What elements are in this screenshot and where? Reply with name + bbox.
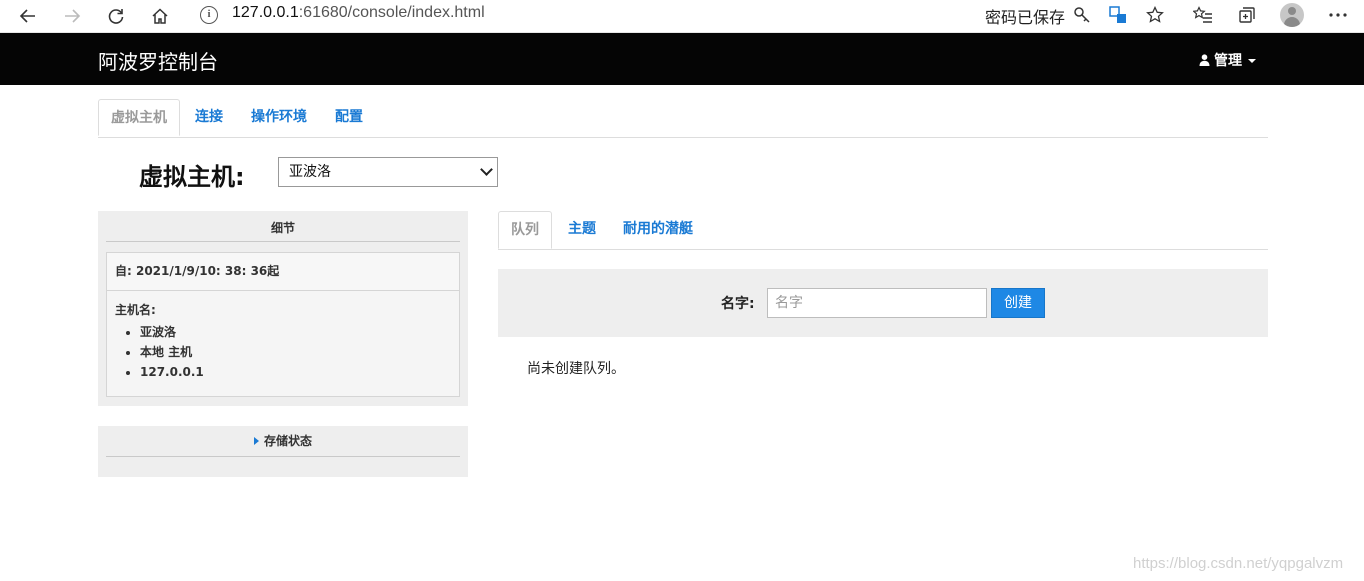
chevron-down-icon xyxy=(480,163,493,176)
virtual-host-select[interactable]: 亚波洛 xyxy=(278,157,498,187)
tab-configuration[interactable]: 配置 xyxy=(335,99,363,136)
more-menu-icon[interactable] xyxy=(1326,3,1350,27)
key-icon[interactable] xyxy=(1070,3,1094,27)
main-tabs: 虚拟主机 连接 操作环境 配置 xyxy=(98,99,1268,138)
hostname-label: 主机名: xyxy=(115,303,156,317)
profile-avatar[interactable] xyxy=(1280,3,1304,27)
tab-connections[interactable]: 连接 xyxy=(195,99,223,136)
details-title: 细节 xyxy=(106,211,460,242)
details-box: 自: 2021/1/9/10: 38: 36起 主机名: 亚波洛 本地 主机 1… xyxy=(106,252,460,397)
name-input[interactable]: 名字 xyxy=(767,288,987,318)
empty-queues-message: 尚未创建队列。 xyxy=(527,361,625,377)
name-label: 名字: xyxy=(721,296,755,312)
address-bar[interactable]: 127.0.0.1:61680/console/index.html xyxy=(232,4,485,22)
details-panel: 细节 自: 2021/1/9/10: 38: 36起 主机名: 亚波洛 本地 主… xyxy=(98,211,468,406)
home-icon[interactable] xyxy=(147,3,173,29)
create-button[interactable]: 创建 xyxy=(991,288,1045,318)
password-saved-label[interactable]: 密码已保存 xyxy=(985,4,1065,28)
tab-virtual-host[interactable]: 虚拟主机 xyxy=(98,99,180,136)
tab-topics[interactable]: 主题 xyxy=(568,211,596,248)
caret-down-icon xyxy=(1248,59,1256,63)
list-item: 127.0.0.1 xyxy=(140,362,451,382)
back-icon[interactable] xyxy=(15,3,41,29)
sub-tabs: 队列 主题 耐用的潜艇 xyxy=(498,211,1268,250)
watermark: https://blog.csdn.net/yqpgalvzm xyxy=(1133,555,1344,572)
app-navbar: 阿波罗控制台 管理 xyxy=(0,33,1364,85)
site-info-icon[interactable]: i xyxy=(200,6,218,24)
tab-queues[interactable]: 队列 xyxy=(498,211,552,249)
url-host: 127.0.0.1 xyxy=(232,4,299,21)
brand-title[interactable]: 阿波罗控制台 xyxy=(98,46,218,75)
user-icon xyxy=(1199,54,1210,66)
admin-menu[interactable]: 管理 xyxy=(1199,50,1256,70)
virtual-host-selected: 亚波洛 xyxy=(289,164,331,180)
favorites-list-icon[interactable] xyxy=(1191,3,1215,27)
since-text: 自: 2021/1/9/10: 38: 36起 xyxy=(107,253,459,291)
hostname-list: 亚波洛 本地 主机 127.0.0.1 xyxy=(115,322,451,382)
forward-icon[interactable] xyxy=(59,3,85,29)
storage-title: 存储状态 xyxy=(263,434,312,448)
tab-operating-environment[interactable]: 操作环境 xyxy=(251,99,307,136)
refresh-icon[interactable] xyxy=(103,3,129,29)
list-item: 亚波洛 xyxy=(140,322,451,342)
storage-toggle[interactable]: 存储状态 xyxy=(106,426,460,457)
virtual-host-label: 虚拟主机: xyxy=(139,163,245,191)
tab-durable-subscriptions[interactable]: 耐用的潜艇 xyxy=(623,211,693,248)
list-item: 本地 主机 xyxy=(140,342,451,362)
url-path: :61680/console/index.html xyxy=(298,4,485,21)
expand-triangle-icon xyxy=(253,437,259,445)
create-queue-form: 名字: 名字 创建 xyxy=(498,269,1268,337)
favorite-star-icon[interactable] xyxy=(1143,3,1167,27)
storage-panel: 存储状态 xyxy=(98,426,468,477)
collections-icon[interactable] xyxy=(1235,3,1259,27)
translate-icon[interactable] xyxy=(1106,3,1130,27)
browser-toolbar: i 127.0.0.1:61680/console/index.html 密码已… xyxy=(0,0,1364,33)
admin-label: 管理 xyxy=(1214,53,1242,69)
